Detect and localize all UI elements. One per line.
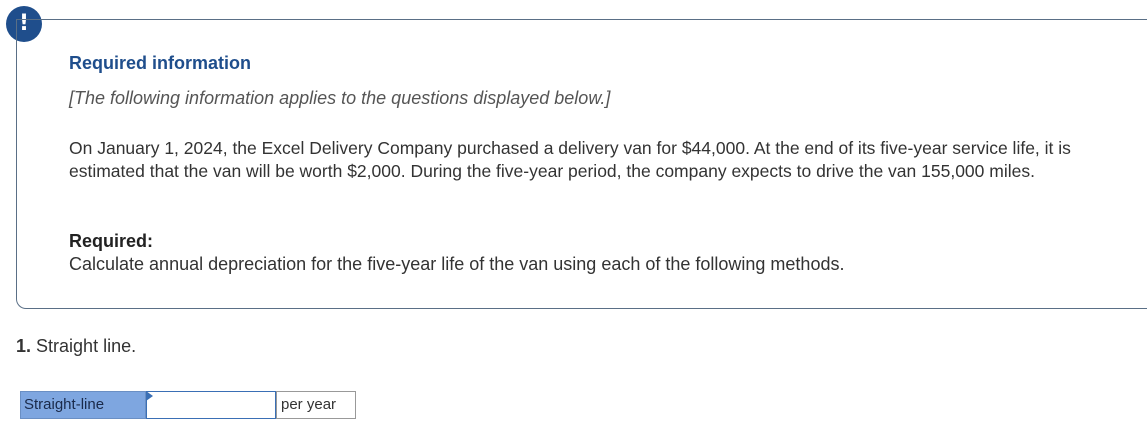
method-label: Straight-line — [20, 391, 146, 419]
applies-note: [The following information applies to th… — [69, 88, 611, 108]
required-label: Required: — [69, 231, 154, 251]
input-marker-icon — [146, 391, 153, 401]
depreciation-answer-input[interactable] — [146, 391, 276, 419]
question-text: Straight line. — [36, 336, 137, 356]
answer-row: Straight-line per year — [20, 391, 356, 419]
page: ! Required information [The following in… — [0, 0, 1147, 432]
question-number: 1. — [16, 336, 32, 356]
required-instructions: Calculate annual depreciation for the fi… — [69, 254, 845, 274]
answer-input-wrapper — [146, 391, 276, 419]
unit-label: per year — [276, 391, 356, 419]
problem-statement: On January 1, 2024, the Excel Delivery C… — [69, 138, 1071, 181]
required-information-title: Required information — [69, 53, 252, 73]
question-1: 1. Straight line. — [16, 336, 136, 357]
